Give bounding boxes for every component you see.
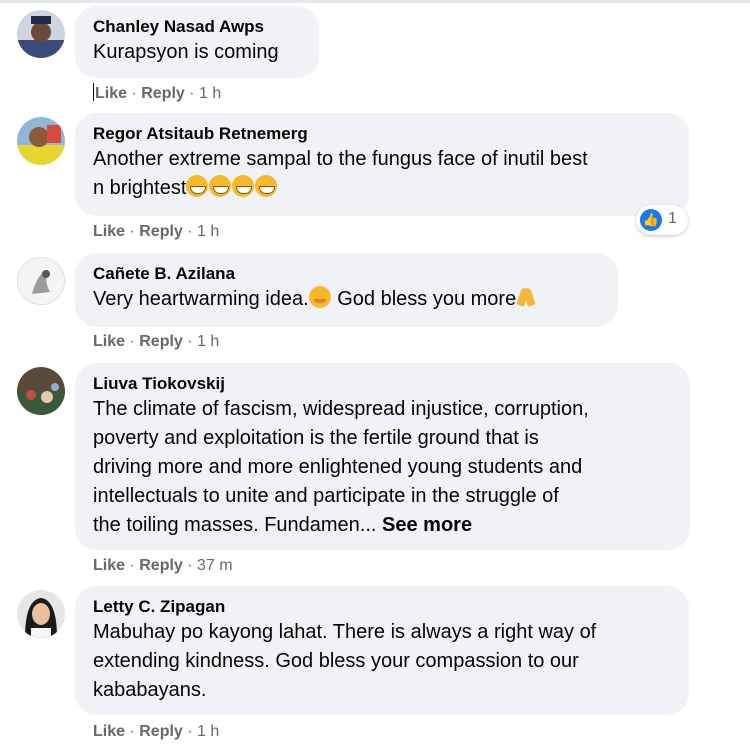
avatar[interactable] <box>17 367 65 415</box>
comment-timestamp[interactable]: · 1 h <box>183 723 219 740</box>
comment-text: poverty and exploitation is the fertile … <box>93 427 539 449</box>
comment-text: extending kindness. God bless your compa… <box>93 650 579 672</box>
comment-text-fragment: n brightest <box>93 177 187 199</box>
reply-link[interactable]: Reply <box>139 333 183 350</box>
comment-author[interactable]: Letty C. Zipagan <box>93 596 671 618</box>
comment-text: Mabuhay po kayong lahat. There is always… <box>93 621 597 643</box>
comment-actions: Like · Reply · 1 h <box>93 332 219 352</box>
comment-author[interactable]: Liuva Tiokovskij <box>93 373 672 395</box>
separator: · <box>125 557 140 574</box>
avatar[interactable] <box>17 10 65 58</box>
grinning-squinting-face-icon <box>186 175 209 197</box>
comment-bubble: Letty C. Zipagan Mabuhay po kayong lahat… <box>75 586 689 715</box>
avatar[interactable] <box>17 117 65 165</box>
avatar[interactable] <box>17 590 65 638</box>
comment-bubble: Chanley Nasad Awps Kurapsyon is coming <box>75 6 319 78</box>
comment-text: kababayans. <box>93 679 207 701</box>
comment-actions: Like · Reply · 1 h <box>93 722 219 742</box>
comment-text-line: n brightest <box>93 174 671 203</box>
reply-link[interactable]: Reply <box>141 85 185 102</box>
text-cursor <box>93 83 94 101</box>
comment-author[interactable]: Regor Atsitaub Retnemerg <box>93 123 671 145</box>
folded-hands-icon <box>516 286 536 308</box>
comment-text-line: Very heartwarming idea. God bless you mo… <box>93 285 600 314</box>
comment-bubble: Liuva Tiokovskij The climate of fascism,… <box>75 363 690 550</box>
see-more-link[interactable]: See more <box>376 514 472 536</box>
comment-actions: Like · Reply · 1 h <box>93 222 219 242</box>
hugging-face-icon <box>308 286 331 308</box>
like-link[interactable]: Like <box>95 85 127 102</box>
avatar[interactable] <box>17 257 65 305</box>
comment-timestamp[interactable]: · 37 m <box>183 557 232 574</box>
comment-text: Another extreme sampal to the fungus fac… <box>93 148 588 170</box>
separator: · <box>125 723 140 740</box>
comment-author[interactable]: Chanley Nasad Awps <box>93 16 301 38</box>
comment-text: intellectuals to unite and participate i… <box>93 485 559 507</box>
comment-timestamp[interactable]: · 1 h <box>183 333 219 350</box>
comment-actions: Like · Reply · 1 h <box>93 83 221 104</box>
like-link[interactable]: Like <box>93 557 125 574</box>
like-link[interactable]: Like <box>93 223 125 240</box>
grinning-squinting-face-icon <box>232 175 255 197</box>
comment-author[interactable]: Cañete B. Azilana <box>93 263 600 285</box>
comment-text-fragment: the toiling masses. Fundamen... <box>93 514 377 536</box>
comment-actions: Like · Reply · 37 m <box>93 556 233 576</box>
reply-link[interactable]: Reply <box>139 557 183 574</box>
comment-timestamp[interactable]: · 1 h <box>183 223 219 240</box>
grinning-squinting-face-icon <box>255 175 278 197</box>
comment-text-fragment: Very heartwarming idea. <box>93 288 309 310</box>
comment-text-fragment: God bless you more <box>331 288 517 310</box>
reply-link[interactable]: Reply <box>139 223 183 240</box>
like-link[interactable]: Like <box>93 723 125 740</box>
like-icon: 👍 <box>640 209 662 231</box>
reply-link[interactable]: Reply <box>139 723 183 740</box>
comment-timestamp[interactable]: · 1 h <box>185 85 221 102</box>
separator: · <box>125 223 140 240</box>
comment-text: The climate of fascism, widespread injus… <box>93 398 589 420</box>
separator: · <box>125 333 140 350</box>
comment-text: driving more and more enlightened young … <box>93 456 583 478</box>
comment-bubble: Regor Atsitaub Retnemerg Another extreme… <box>75 113 689 216</box>
grinning-squinting-face-icon <box>209 175 232 197</box>
comment-text: Kurapsyon is coming <box>93 41 279 63</box>
like-link[interactable]: Like <box>93 333 125 350</box>
top-divider <box>0 0 750 3</box>
separator: · <box>127 85 142 102</box>
reaction-count: 1 <box>668 210 677 227</box>
comment-text-line: the toiling masses. Fundamen... See more <box>93 511 672 540</box>
comment-bubble: Cañete B. Azilana Very heartwarming idea… <box>75 253 618 327</box>
reaction-summary[interactable]: 👍 1 <box>636 205 688 235</box>
